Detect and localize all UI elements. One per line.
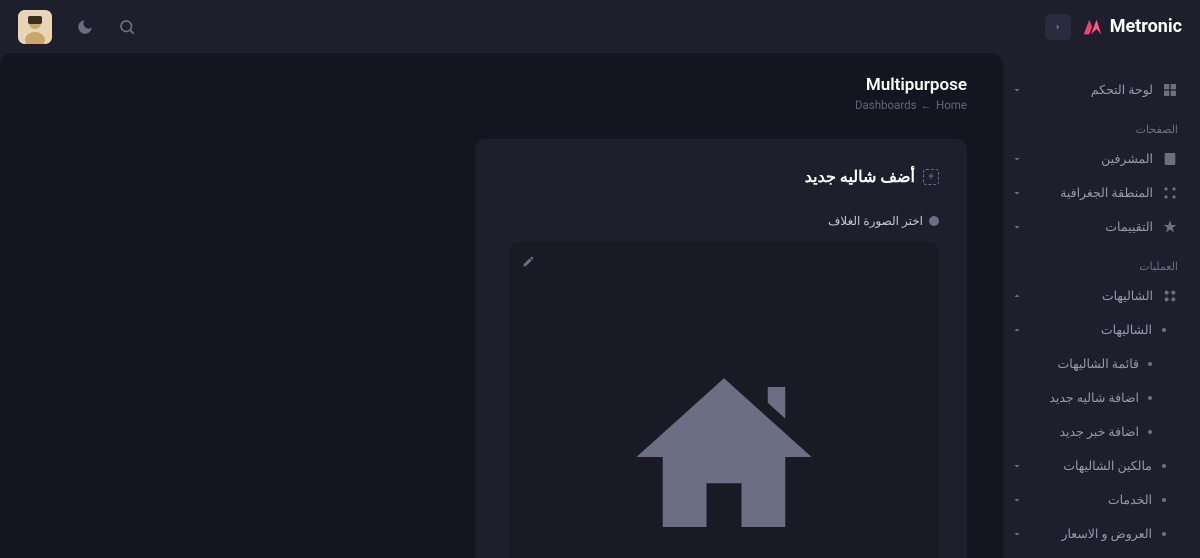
sidebar-item-chalets-sub[interactable]: الشاليهات: [1003, 313, 1200, 347]
bullet-icon: [1148, 362, 1152, 366]
main-content: Multipurpose Dashboards ← Home + أضف شال…: [0, 53, 1003, 558]
sidebar-dashboard-label: لوحة التحكم: [1091, 82, 1153, 98]
sidebar-chalets-label: الشاليهات: [1102, 288, 1153, 304]
bullet-icon: [1148, 396, 1152, 400]
page-title: Multipurpose: [855, 75, 967, 95]
plus-icon: +: [923, 169, 939, 185]
sidebar-offers-label: العروض و الاسعار: [1061, 526, 1152, 542]
chevron-down-icon: [1011, 528, 1023, 540]
pencil-icon: [522, 255, 535, 268]
chevron-down-icon: [1011, 221, 1023, 233]
chevron-down-icon: [1011, 187, 1023, 199]
chevron-up-icon: [1011, 324, 1023, 336]
moon-icon[interactable]: [76, 18, 94, 36]
bullet-icon: [1162, 498, 1166, 502]
brand[interactable]: Metronic: [1081, 16, 1182, 38]
chevron-down-icon: [1011, 153, 1023, 165]
brand-logo-icon: [1081, 16, 1103, 38]
chevron-up-icon: [1011, 290, 1023, 302]
sidebar-chalets-news-label: اضافة خبر جديد: [1059, 424, 1139, 440]
sidebar: لوحة التحكم الصفحات المشرفين المنطقة الج…: [1003, 53, 1200, 558]
layout: لوحة التحكم الصفحات المشرفين المنطقة الج…: [0, 53, 1200, 558]
avatar[interactable]: [18, 10, 52, 44]
bullet-icon: [1148, 430, 1152, 434]
house-icon: [619, 352, 829, 558]
topbar: Metronic: [0, 0, 1200, 53]
sidebar-chalets-add-label: اضافة شاليه جديد: [1049, 390, 1139, 406]
breadcrumb-dash[interactable]: Dashboards: [855, 98, 917, 112]
sidebar-admins-label: المشرفين: [1101, 151, 1153, 167]
chevron-down-icon: [1011, 494, 1023, 506]
sidebar-owners-label: مالكين الشاليهات: [1063, 458, 1152, 474]
sidebar-item-reviews[interactable]: التقييمات: [1003, 210, 1200, 244]
card-title: أضف شاليه جديد: [805, 167, 915, 186]
bullet-icon: [1162, 328, 1166, 332]
sidebar-item-services[interactable]: الخدمات: [1003, 483, 1200, 517]
card-title-row: + أضف شاليه جديد: [503, 167, 939, 186]
sidebar-item-geo[interactable]: المنطقة الجغرافية: [1003, 176, 1200, 210]
chevron-down-icon: [1011, 460, 1023, 472]
breadcrumb-home[interactable]: Home: [936, 98, 967, 112]
sidebar-item-chalets-add[interactable]: اضافة شاليه جديد: [1003, 381, 1200, 415]
cover-image-box[interactable]: [509, 242, 939, 558]
page-header: Multipurpose Dashboards ← Home: [36, 75, 967, 112]
sidebar-geo-label: المنطقة الجغرافية: [1060, 185, 1153, 201]
sidebar-reviews-label: التقييمات: [1105, 219, 1153, 235]
topbar-right: Metronic: [1045, 14, 1182, 40]
topbar-left: [18, 10, 136, 44]
sidebar-item-dashboard[interactable]: لوحة التحكم: [1003, 73, 1200, 107]
sidebar-toggle-button[interactable]: [1045, 14, 1071, 40]
sidebar-item-chalets[interactable]: الشاليهات: [1003, 279, 1200, 313]
chevron-down-icon: [1011, 84, 1023, 96]
grid-icon: [1162, 82, 1178, 98]
sidebar-services-label: الخدمات: [1108, 492, 1152, 508]
sidebar-section-ops: العمليات: [1003, 254, 1200, 279]
dots-icon: [1162, 288, 1178, 304]
cover-edit-button[interactable]: [517, 250, 539, 272]
brand-text: Metronic: [1110, 16, 1182, 37]
breadcrumb: Dashboards ← Home: [855, 98, 967, 112]
sidebar-item-chalets-news[interactable]: اضافة خبر جديد: [1003, 415, 1200, 449]
breadcrumb-sep: ←: [921, 98, 933, 112]
bullet-icon: [1162, 532, 1166, 536]
sidebar-chalets-list-label: قائمة الشاليهات: [1058, 356, 1139, 372]
dots-icon: [1162, 185, 1178, 201]
search-icon[interactable]: [118, 18, 136, 36]
add-chalet-card: + أضف شاليه جديد اختر الصورة الغلاف: [475, 139, 967, 558]
sidebar-item-chalets-owners[interactable]: مالكين الشاليهات: [1003, 449, 1200, 483]
sidebar-chalets-sub-label: الشاليهات: [1101, 322, 1152, 338]
bullet-icon: [1162, 464, 1166, 468]
cover-label-row: اختر الصورة الغلاف: [503, 214, 939, 228]
sidebar-item-chalets-list[interactable]: قائمة الشاليهات: [1003, 347, 1200, 381]
sidebar-section-pages: الصفحات: [1003, 117, 1200, 142]
user-badge-icon: [1162, 151, 1178, 167]
sidebar-item-offers[interactable]: العروض و الاسعار: [1003, 517, 1200, 551]
cover-label: اختر الصورة الغلاف: [828, 214, 923, 228]
star-icon: [1162, 219, 1178, 235]
dot-icon: [929, 216, 939, 226]
sidebar-item-admins[interactable]: المشرفين: [1003, 142, 1200, 176]
